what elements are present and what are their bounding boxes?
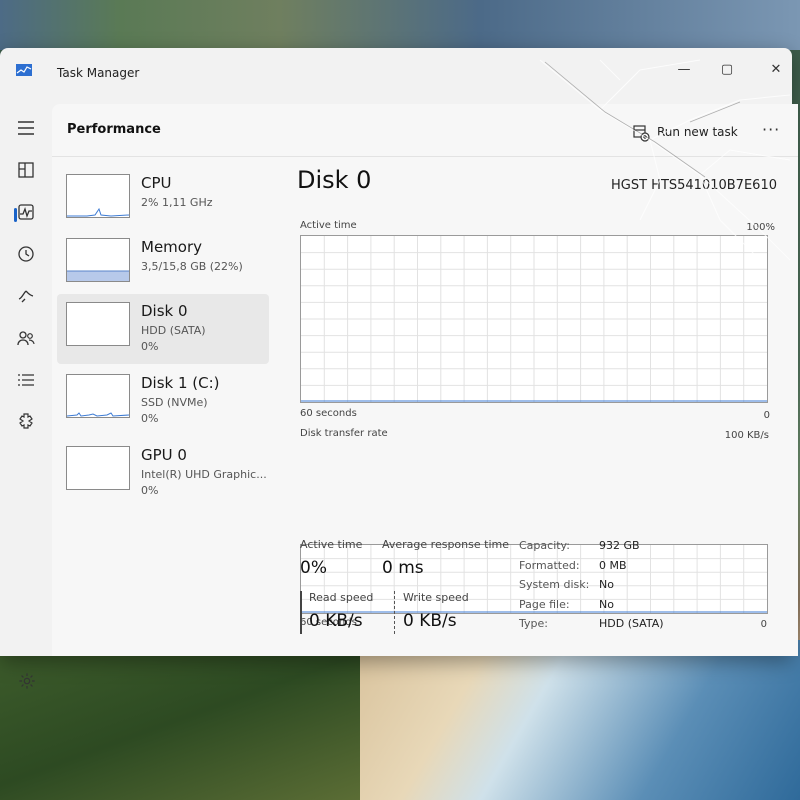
system-disk-label: System disk: (519, 578, 590, 591)
window-title: Task Manager (57, 66, 140, 80)
wallpaper-beach (360, 640, 800, 800)
hamburger-icon (18, 121, 34, 135)
active-time-label: Active time (300, 538, 363, 551)
formatted-label: Formatted: (519, 559, 580, 572)
active-time-value: 0% (300, 558, 327, 578)
nav-users[interactable] (10, 322, 42, 354)
title-bar[interactable]: Task Manager — ▢ ✕ (0, 48, 792, 96)
device-type: HDD (SATA) (141, 324, 206, 337)
nav-details[interactable] (10, 364, 42, 396)
device-name: Disk 1 (C:) (141, 374, 220, 392)
services-icon (19, 413, 33, 429)
capacity-label: Capacity: (519, 539, 570, 552)
side-navigation (0, 104, 52, 689)
nav-menu-toggle[interactable] (10, 112, 42, 144)
performance-page: Performance Run new task ··· CPU 2% 1,11… (52, 104, 798, 656)
minimize-button[interactable]: — (672, 60, 696, 80)
active-time-graph (300, 235, 768, 403)
active-time-graph-label: Active time (300, 220, 357, 231)
page-file-label: Page file: (519, 598, 570, 611)
disk0-mini-graph (66, 302, 130, 346)
app-history-icon (18, 246, 34, 262)
type-value: HDD (SATA) (599, 617, 664, 630)
device-item-memory[interactable]: Memory 3,5/15,8 GB (22%) (57, 230, 269, 300)
device-name: Disk 0 (141, 302, 188, 320)
disk-model: HGST HTS541010B7E610 (611, 178, 777, 193)
wallpaper-top (0, 0, 800, 50)
nav-performance[interactable] (10, 196, 42, 228)
device-usage: 0% (141, 340, 159, 353)
avg-response-label: Average response time (382, 538, 509, 551)
system-disk-value: No (599, 578, 614, 591)
nav-processes[interactable] (10, 154, 42, 186)
close-button[interactable]: ✕ (764, 60, 788, 80)
g1-grid (301, 236, 767, 402)
more-options-button[interactable]: ··· (762, 120, 780, 139)
capacity-value: 932 GB (599, 539, 640, 552)
device-type: SSD (NVMe) (141, 396, 208, 409)
disk1-mini-graph (66, 374, 130, 418)
page-title: Performance (67, 122, 161, 137)
startup-apps-icon (18, 290, 34, 303)
device-name: GPU 0 (141, 446, 187, 464)
device-item-disk-0[interactable]: Disk 0 HDD (SATA) 0% (57, 294, 269, 364)
device-usage: 0% (141, 412, 159, 425)
details-icon (18, 374, 34, 386)
processes-icon (18, 162, 34, 178)
nav-services[interactable] (10, 406, 42, 438)
device-usage: 2% 1,11 GHz (141, 196, 213, 209)
read-speed-value: 0 KB/s (309, 611, 363, 631)
device-item-gpu-0[interactable]: GPU 0 Intel(R) UHD Graphic... 0% (57, 438, 269, 508)
task-manager-app-icon (16, 64, 32, 76)
transfer-graph-label: Disk transfer rate (300, 428, 388, 439)
avg-response-value: 0 ms (382, 558, 424, 578)
nav-app-history[interactable] (10, 238, 42, 270)
device-type: Intel(R) UHD Graphic... (141, 468, 267, 481)
run-new-task-label: Run new task (657, 125, 738, 139)
users-icon (17, 331, 35, 346)
read-speed-indicator (300, 591, 302, 634)
cpu-mini-graph (66, 174, 130, 218)
memory-mini-graph (66, 238, 130, 282)
active-time-graph-duration: 60 seconds (300, 408, 357, 419)
settings-icon[interactable] (18, 672, 36, 690)
nav-startup-apps[interactable] (10, 280, 42, 312)
write-speed-indicator (394, 591, 395, 634)
device-name: CPU (141, 174, 172, 192)
wallpaper-cliff (0, 640, 360, 800)
active-time-graph-max: 100% (746, 222, 775, 233)
maximize-button[interactable]: ▢ (715, 60, 739, 80)
run-task-icon (633, 125, 650, 142)
device-name: Memory (141, 238, 203, 256)
page-file-value: No (599, 598, 614, 611)
gpu-mini-graph (66, 446, 130, 490)
device-list: CPU 2% 1,11 GHz Memory 3,5/15,8 GB (22%)… (52, 160, 272, 656)
type-label: Type: (519, 617, 548, 630)
transfer-graph-max: 100 KB/s (724, 430, 769, 441)
transfer-graph-min: 0 (760, 619, 767, 630)
header-divider (52, 156, 798, 157)
read-speed-label: Read speed (309, 591, 374, 604)
device-usage: 0% (141, 484, 159, 497)
write-speed-value: 0 KB/s (403, 611, 457, 631)
performance-icon (18, 204, 34, 220)
active-time-graph-min: 0 (763, 410, 770, 421)
formatted-value: 0 MB (599, 559, 627, 572)
device-item-disk-1[interactable]: Disk 1 (C:) SSD (NVMe) 0% (57, 366, 269, 436)
device-usage: 3,5/15,8 GB (22%) (141, 260, 243, 273)
task-manager-window: Task Manager — ▢ ✕ Performance Run new t… (0, 48, 798, 689)
device-item-cpu[interactable]: CPU 2% 1,11 GHz (57, 166, 269, 236)
detail-title: Disk 0 (297, 166, 372, 194)
write-speed-label: Write speed (403, 591, 469, 604)
